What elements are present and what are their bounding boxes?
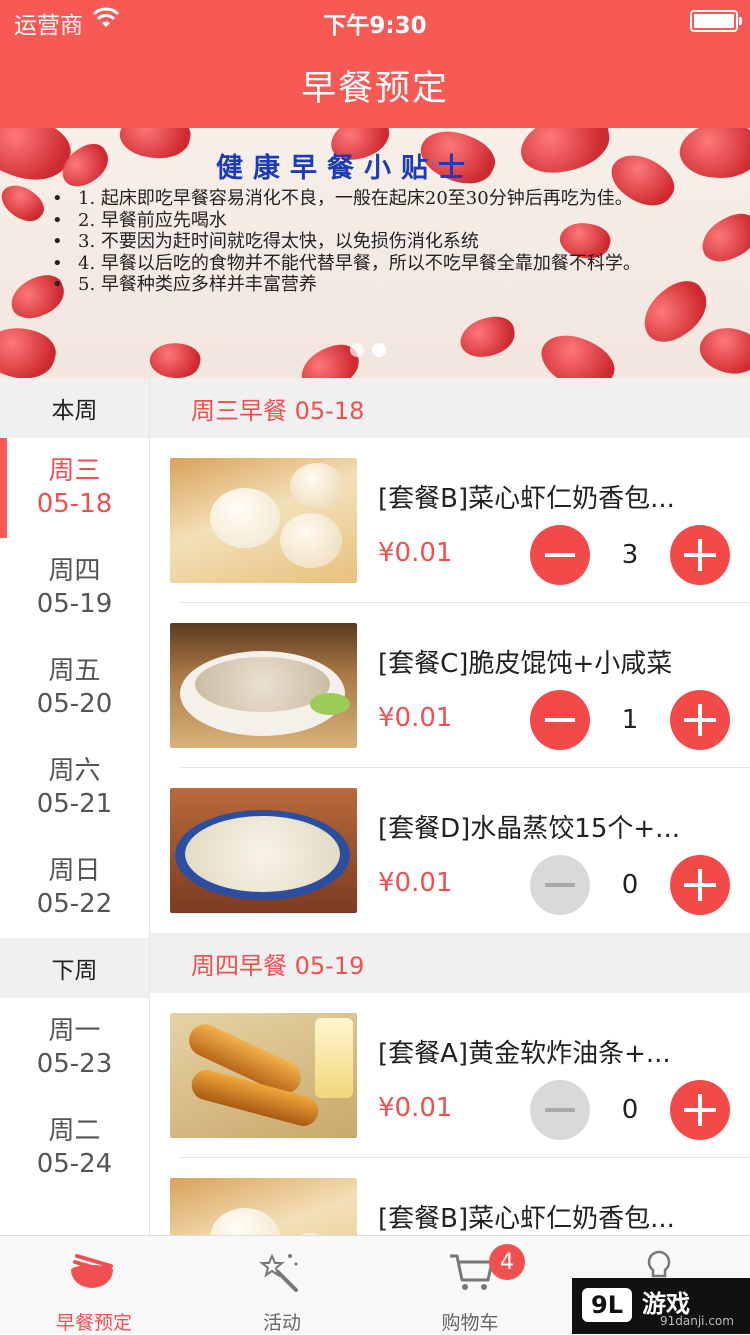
fried-dough-sticks-image[interactable]	[170, 1013, 357, 1138]
item-quantity: 3	[621, 540, 639, 570]
item-name: [套餐C]脆皮馄饨+小咸菜	[378, 649, 673, 679]
watermark: 9L 游戏 91danji.com	[572, 1278, 750, 1334]
tips-title: 健康早餐小贴士	[216, 153, 475, 184]
sidebar-day-tue[interactable]: 周二 05-24	[0, 1098, 149, 1198]
day-date: 05-19	[36, 589, 113, 619]
menu-item[interactable]: [套餐B]菜心虾仁奶香包...	[150, 1158, 750, 1235]
page-title: 早餐预定	[300, 69, 449, 109]
watermark-domain: 91danji.com	[660, 1314, 734, 1328]
day-date: 05-24	[36, 1149, 113, 1179]
day-weekday: 周二	[48, 1116, 101, 1146]
status-bar: 运营商 下午9:30	[0, 0, 750, 40]
day-weekday: 周六	[48, 756, 101, 786]
minus-icon	[545, 553, 575, 557]
menu-item[interactable]: [套餐D]水晶蒸饺15个+... ¥0.01 0	[150, 768, 750, 933]
item-quantity: 0	[621, 870, 639, 900]
sidebar-day-sun[interactable]: 周日 05-22	[0, 838, 149, 938]
day-weekday: 周四	[48, 556, 101, 586]
watermark-logo: 9L	[582, 1288, 632, 1322]
steamed-buns-image[interactable]	[170, 1178, 357, 1235]
battery-icon	[690, 10, 742, 32]
sidebar-day-mon[interactable]: 周一 05-23	[0, 998, 149, 1098]
tip-item: 5. 早餐种类应多样并丰富营养	[50, 274, 670, 296]
item-price: ¥0.01	[378, 538, 453, 568]
decrease-button-disabled[interactable]	[530, 855, 590, 915]
day-date: 05-21	[36, 789, 113, 819]
tab-cart[interactable]: 购物车	[376, 1236, 564, 1335]
navigation-header: 运营商 下午9:30 早餐预定	[0, 0, 750, 128]
cart-badge: 4	[489, 1244, 525, 1280]
decrease-button[interactable]	[530, 690, 590, 750]
week-header-next: 下周	[0, 938, 149, 998]
tips-banner[interactable]: 健康早餐小贴士 1. 起床即吃早餐容易消化不良，一般在起床20至30分钟后再吃为…	[0, 128, 750, 378]
increase-button[interactable]	[670, 1080, 730, 1140]
item-quantity: 1	[621, 705, 639, 735]
item-price: ¥0.01	[378, 703, 453, 733]
minus-icon	[545, 1108, 575, 1112]
dumplings-image[interactable]	[170, 788, 357, 913]
steamed-buns-image[interactable]	[170, 458, 357, 583]
item-price: ¥0.01	[378, 1093, 453, 1123]
status-time: 下午9:30	[323, 13, 427, 39]
tip-item: 3. 不要因为赶时间就吃得太快，以免损伤消化系统	[50, 231, 670, 253]
day-date: 05-18	[36, 489, 113, 519]
day-weekday: 周日	[48, 856, 101, 886]
date-sidebar: 本周 周三 05-18 周四 05-19 周五 05-20 周六 05-21 周…	[0, 378, 150, 1235]
tip-item: 2. 早餐前应先喝水	[50, 210, 670, 232]
increase-button[interactable]	[670, 690, 730, 750]
tips-list: 1. 起床即吃早餐容易消化不良，一般在起床20至30分钟后再吃为佳。 2. 早餐…	[50, 188, 670, 296]
decrease-button[interactable]	[530, 525, 590, 585]
sidebar-day-sat[interactable]: 周六 05-21	[0, 738, 149, 838]
day-weekday: 周五	[48, 656, 101, 686]
item-name: [套餐B]菜心虾仁奶香包...	[378, 484, 675, 514]
banner-page-indicator[interactable]	[350, 342, 394, 361]
tab-activity[interactable]: 活动	[188, 1236, 376, 1335]
tab-label: 购物车	[441, 1312, 499, 1334]
section-header: 周三早餐 05-18	[150, 378, 750, 438]
item-name: [套餐A]黄金软炸油条+...	[378, 1039, 671, 1069]
increase-button[interactable]	[670, 525, 730, 585]
item-name: [套餐D]水晶蒸饺15个+...	[378, 814, 680, 844]
wonton-soup-image[interactable]	[170, 623, 357, 748]
tab-label: 早餐预定	[55, 1312, 132, 1334]
day-date: 05-22	[36, 889, 113, 919]
menu-item[interactable]: [套餐B]菜心虾仁奶香包... ¥0.01 3	[150, 438, 750, 603]
menu-item[interactable]: [套餐A]黄金软炸油条+... ¥0.01 0	[150, 993, 750, 1158]
sidebar-day-wed[interactable]: 周三 05-18	[0, 438, 149, 538]
sidebar-day-fri[interactable]: 周五 05-20	[0, 638, 149, 738]
minus-icon	[545, 718, 575, 722]
tab-breakfast[interactable]: 早餐预定	[0, 1236, 188, 1335]
day-date: 05-23	[36, 1049, 113, 1079]
page-dot-active[interactable]	[372, 343, 386, 357]
menu-item[interactable]: [套餐C]脆皮馄饨+小咸菜 ¥0.01 1	[150, 603, 750, 768]
day-weekday: 周三	[48, 456, 101, 486]
section-header: 周四早餐 05-19	[150, 933, 750, 993]
decrease-button-disabled[interactable]	[530, 1080, 590, 1140]
tip-item: 1. 起床即吃早餐容易消化不良，一般在起床20至30分钟后再吃为佳。	[50, 188, 670, 210]
tab-label: 活动	[262, 1312, 301, 1334]
day-weekday: 周一	[48, 1016, 101, 1046]
cart-icon	[450, 1254, 494, 1290]
magic-wand-icon	[259, 1253, 298, 1292]
tip-item: 4. 早餐以后吃的食物并不能代替早餐，所以不吃早餐全靠加餐不科学。	[50, 253, 670, 275]
week-header-this: 本周	[0, 378, 149, 438]
bowl-chopsticks-icon	[71, 1254, 113, 1288]
item-quantity: 0	[621, 1095, 639, 1125]
item-price: ¥0.01	[378, 868, 453, 898]
day-date: 05-20	[36, 689, 113, 719]
item-name: [套餐B]菜心虾仁奶香包...	[378, 1204, 675, 1234]
minus-icon	[545, 883, 575, 887]
menu-list[interactable]: 周三早餐 05-18 [套餐B]菜心虾仁奶香包... ¥0.01 3 [套餐C]…	[150, 378, 750, 1235]
sidebar-day-thu[interactable]: 周四 05-19	[0, 538, 149, 638]
page-dot[interactable]	[350, 343, 364, 357]
increase-button[interactable]	[670, 855, 730, 915]
